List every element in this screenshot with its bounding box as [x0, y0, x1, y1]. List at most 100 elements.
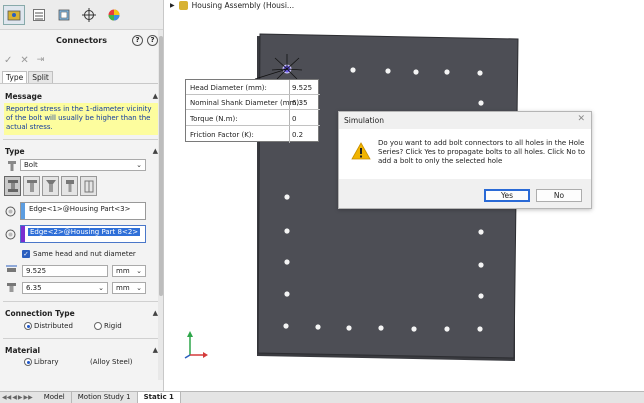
hole[interactable] [385, 68, 391, 74]
rigid-radio[interactable] [94, 322, 102, 330]
hole[interactable] [315, 324, 321, 330]
type-select[interactable]: Bolt ⌄ [20, 159, 146, 171]
property-manager-tab[interactable] [28, 5, 50, 25]
callout-label: Head Diameter (mm): [190, 84, 267, 92]
property-manager: Connectors ? ? ✓ ✕ ⇥ Type Split Message … [0, 0, 164, 391]
callout-row: Head Diameter (mm): 9.525 [186, 80, 320, 95]
nut-edge-value: Edge<2>@Housing Part 8<2> [28, 228, 141, 236]
counterbore-nut-button[interactable] [23, 176, 40, 196]
hole[interactable] [350, 67, 356, 73]
hole[interactable] [284, 259, 290, 265]
pm-subtabs: Type Split [0, 68, 163, 84]
standard-nut-bolt-button[interactable] [4, 176, 21, 196]
yes-button[interactable]: Yes [484, 189, 530, 202]
tab-model[interactable]: Model [38, 392, 72, 403]
ok-check-icon[interactable]: ✓ [4, 55, 12, 66]
hole[interactable] [478, 293, 484, 299]
property-list-icon [33, 8, 45, 21]
message-box: Reported stress in the 1-diameter vicini… [4, 103, 159, 135]
warning-icon [351, 142, 371, 160]
hole[interactable] [284, 194, 290, 200]
last-tab-arrow-icon[interactable]: ▶▶ [23, 394, 32, 401]
callout-value[interactable]: 0.2 [292, 131, 303, 139]
chevron-down-icon: ⌄ [98, 284, 104, 292]
manager-tabs [0, 0, 163, 30]
appearance-tab[interactable] [103, 5, 125, 25]
pm-scrollbar[interactable] [158, 30, 163, 380]
dimxpert-tab[interactable] [78, 5, 100, 25]
nut-edge-selection-box[interactable]: Edge<2>@Housing Part 8<2> [20, 225, 146, 243]
connection-type-header[interactable]: Connection Type ▲ [0, 306, 163, 320]
callout-value[interactable]: 6.35 [292, 99, 308, 107]
type-header: Type [5, 146, 25, 156]
hole[interactable] [478, 262, 484, 268]
same-head-nut-checkbox[interactable]: ✓ [22, 250, 30, 258]
head-diameter-input[interactable]: 9.525 [22, 265, 108, 277]
next-tab-arrow-icon[interactable]: ▶ [18, 394, 23, 401]
feature-manager-tab[interactable] [3, 4, 25, 25]
pushpin-icon[interactable]: ⇥ [37, 55, 45, 65]
hole[interactable] [477, 326, 483, 332]
tab-motion-study[interactable]: Motion Study 1 [72, 392, 138, 403]
head-diameter-value: 9.525 [26, 267, 47, 275]
hole[interactable] [284, 228, 290, 234]
counterbore-screw-button[interactable] [61, 176, 78, 196]
dialog-title: Simulation [344, 116, 384, 125]
hole[interactable] [477, 70, 483, 76]
tab-static-study[interactable]: Static 1 [137, 392, 181, 403]
cancel-x-icon[interactable]: ✕ [20, 55, 28, 66]
help-icon[interactable]: ? [132, 35, 143, 46]
callout-label: Torque (N.m): [190, 115, 238, 123]
simulation-dialog: Simulation ✕ Do you want to add bolt con… [338, 111, 592, 209]
shank-diameter-unit-select[interactable]: mm ⌄ [112, 282, 146, 294]
hole[interactable] [444, 69, 450, 75]
first-tab-arrow-icon[interactable]: ◀◀ [2, 394, 11, 401]
tab-type[interactable]: Type [2, 71, 28, 83]
scrollbar-thumb[interactable] [159, 36, 163, 296]
material-value: (Alloy Steel) [90, 358, 133, 366]
material-header[interactable]: Material ▲ [0, 343, 163, 357]
foundation-bolt-button[interactable] [80, 176, 97, 196]
feature-tree-icon [7, 10, 21, 20]
library-radio[interactable] [24, 358, 32, 366]
hole[interactable] [478, 100, 484, 106]
head-edge-selection-box[interactable]: Edge<1>@Housing Part<3> [20, 202, 146, 220]
tab-split[interactable]: Split [28, 71, 53, 83]
connection-type-row: Distributed Rigid [0, 320, 163, 334]
callout-value[interactable]: 9.525 [292, 84, 312, 92]
material-label: Material [5, 345, 41, 355]
close-icon[interactable]: ✕ [577, 114, 585, 124]
head-diameter-unit-select[interactable]: mm ⌄ [112, 265, 146, 277]
no-button[interactable]: No [536, 189, 582, 202]
configuration-icon [58, 9, 70, 20]
hole[interactable] [346, 325, 352, 331]
countersink-bolt-icon [45, 180, 56, 192]
edge-selections: Edge<1>@Housing Part<3> Edge<2>@Housing … [0, 198, 163, 248]
shank-diameter-icon [7, 283, 16, 292]
hole[interactable] [283, 323, 289, 329]
hole[interactable] [413, 69, 419, 75]
hole[interactable] [411, 326, 417, 332]
connection-type-label: Connection Type [5, 308, 75, 318]
chevron-down-icon: ⌄ [136, 161, 142, 169]
configuration-tab[interactable] [53, 5, 75, 25]
bolt-nut-icon [7, 180, 18, 192]
hole[interactable] [444, 326, 450, 332]
countersink-nut-button[interactable] [42, 176, 59, 196]
whats-wrong-icon[interactable]: ? [147, 35, 158, 46]
shank-diameter-input[interactable]: 6.35 ⌄ [22, 282, 108, 294]
hole[interactable] [378, 325, 384, 331]
selection-color-stripe [21, 203, 25, 219]
distributed-radio[interactable] [24, 322, 32, 330]
screw-icon [65, 180, 74, 192]
hole[interactable] [478, 229, 484, 235]
prev-tab-arrow-icon[interactable]: ◀ [12, 394, 17, 401]
type-section-header[interactable]: Type ▲ [0, 144, 163, 158]
appearance-pie-icon [108, 9, 120, 20]
edge-selection-icon [5, 206, 16, 217]
callout-value[interactable]: 0 [292, 115, 296, 123]
callout-row: Friction Factor (K): 0.2 [186, 127, 320, 142]
hole[interactable] [284, 291, 290, 297]
rigid-label: Rigid [104, 322, 122, 330]
message-section-header[interactable]: Message ▲ [0, 89, 163, 103]
